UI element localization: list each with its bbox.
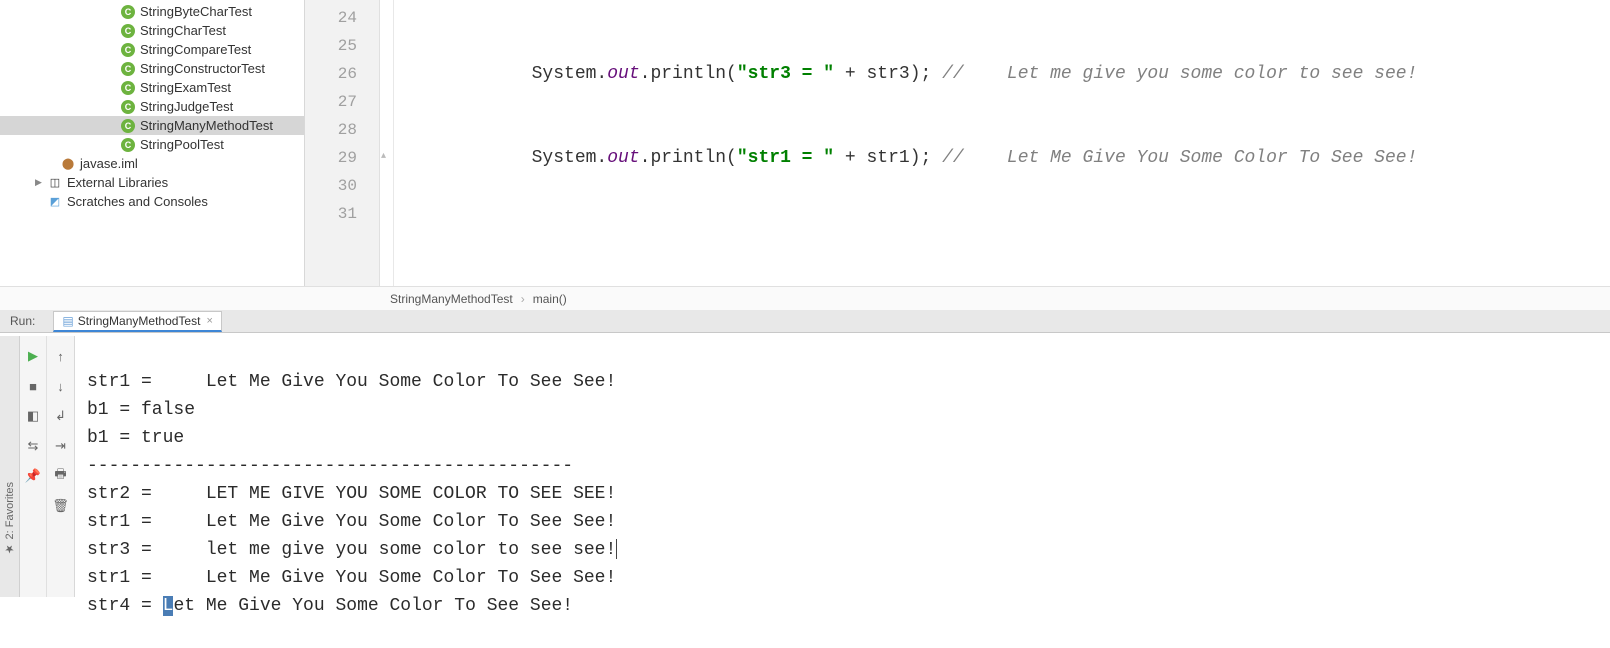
code-text: .println( (640, 64, 737, 84)
console-line: str1 = Let Me Give You Some Color To See… (87, 512, 616, 532)
line-number[interactable]: 28 (305, 116, 379, 144)
tree-item[interactable]: C StringPoolTest (0, 135, 304, 154)
clear-button[interactable]: 🗑 (51, 496, 71, 516)
tree-item-label: StringExamTest (140, 80, 231, 95)
line-gutter[interactable]: 24 25 26 27 28 29 30 31 (305, 0, 380, 309)
tree-item-label: StringConstructorTest (140, 61, 265, 76)
console-line: et Me Give You Some Color To See See! (173, 596, 573, 616)
dump-button[interactable]: ◧ (23, 406, 43, 426)
close-icon[interactable]: × (206, 315, 212, 327)
class-icon: C (121, 100, 135, 114)
line-number[interactable]: 26 (305, 60, 379, 88)
selection: L (163, 596, 174, 616)
stop-button[interactable]: ■ (23, 376, 43, 396)
tree-item-label: StringJudgeTest (140, 99, 233, 114)
code-string: "str1 = " (737, 148, 834, 168)
tree-item-label: StringManyMethodTest (140, 118, 273, 133)
code-field: out (607, 64, 639, 84)
code-text: .println( (640, 148, 737, 168)
class-icon: C (121, 119, 135, 133)
tree-item[interactable]: C StringJudgeTest (0, 97, 304, 116)
breadcrumb-item[interactable]: main() (533, 292, 567, 306)
rerun-button[interactable]: ▶ (23, 346, 43, 366)
text-cursor-icon (616, 539, 617, 559)
console-output[interactable]: str1 = Let Me Give You Some Color To See… (75, 336, 1610, 597)
code-comment: // Let Me Give You Some Color To See See… (942, 148, 1417, 168)
chevron-right-icon: › (521, 292, 525, 306)
breadcrumb-item[interactable]: StringManyMethodTest (390, 292, 513, 306)
scroll-end-button[interactable]: ⇥ (51, 436, 71, 456)
code-comment: // Let me give you some color to see see… (942, 64, 1417, 84)
left-tool-strip[interactable]: ★ 2: Favorites (0, 336, 20, 597)
code-text: + str3); (834, 64, 942, 84)
tree-item-libs[interactable]: ▶◫ External Libraries (0, 173, 304, 192)
line-number[interactable]: 31 (305, 200, 379, 228)
code-text: System. (402, 148, 607, 168)
code-text: System. (402, 64, 607, 84)
up-button[interactable]: ↑ (51, 346, 71, 366)
code-text: + str1); (834, 148, 942, 168)
tree-item-label: StringCompareTest (140, 42, 251, 57)
print-button[interactable]: 🖶 (51, 466, 71, 486)
run-tab[interactable]: ▤ StringManyMethodTest × (53, 311, 222, 332)
run-toolbar: ▶ ■ ◧ ⇆ 📌 ↑ ↓ ↲ ⇥ 🖶 🗑 (20, 336, 75, 597)
tree-item-label: Scratches and Consoles (67, 194, 208, 209)
library-icon: ◫ (47, 175, 63, 191)
tree-item-label: StringCharTest (140, 23, 226, 38)
console-line: str1 = Let Me Give You Some Color To See… (87, 568, 616, 588)
favorites-tab[interactable]: ★ 2: Favorites (3, 482, 16, 556)
console-line: str2 = LET ME GIVE YOU SOME COLOR TO SEE… (87, 484, 616, 504)
tree-item-iml[interactable]: ⬤ javase.iml (0, 154, 304, 173)
soft-wrap-button[interactable]: ↲ (51, 406, 71, 426)
scratch-icon: ◩ (47, 194, 63, 210)
console-line: str3 = let me give you some color to see… (87, 540, 616, 560)
console-line: str4 = (87, 596, 163, 616)
code-editor[interactable]: System.out.println("str3 = " + str3); //… (394, 0, 1610, 309)
tree-item-label: StringByteCharTest (140, 4, 252, 19)
iml-icon: ⬤ (60, 156, 76, 172)
line-number[interactable]: 30 (305, 172, 379, 200)
console-line: str1 = Let Me Give You Some Color To See… (87, 372, 616, 392)
line-number[interactable]: 24 (305, 4, 379, 32)
run-panel: ★ 2: Favorites ▶ ■ ◧ ⇆ 📌 ↑ ↓ ↲ ⇥ 🖶 🗑 str… (0, 310, 1610, 597)
console-line: ----------------------------------------… (87, 456, 573, 476)
breadcrumb[interactable]: StringManyMethodTest › main() (0, 286, 1610, 310)
tree-item-selected[interactable]: C StringManyMethodTest (0, 116, 304, 135)
class-icon: C (121, 138, 135, 152)
console-line: b1 = false (87, 400, 195, 420)
class-icon: C (121, 5, 135, 19)
down-button[interactable]: ↓ (51, 376, 71, 396)
pin-button[interactable]: 📌 (23, 466, 43, 486)
tree-item[interactable]: C StringExamTest (0, 78, 304, 97)
code-field: out (607, 148, 639, 168)
class-icon: C (121, 43, 135, 57)
class-icon: C (121, 62, 135, 76)
run-tool-header: Run: ▤ StringManyMethodTest × (0, 310, 1610, 333)
run-config-icon: ▤ (62, 314, 73, 328)
tree-item-label: External Libraries (67, 175, 168, 190)
chevron-right-icon[interactable]: ▶ (35, 177, 45, 188)
line-number[interactable]: 27 (305, 88, 379, 116)
code-text (394, 228, 1610, 256)
tree-item-scratches[interactable]: ◩ Scratches and Consoles (0, 192, 304, 211)
tree-item[interactable]: C StringByteCharTest (0, 2, 304, 21)
run-tab-label: StringManyMethodTest (78, 314, 201, 328)
project-tree[interactable]: C StringByteCharTest C StringCharTest C Str… (0, 0, 305, 309)
line-number[interactable]: 29 (305, 144, 379, 172)
class-icon: C (121, 81, 135, 95)
console-line: b1 = true (87, 428, 184, 448)
fold-gutter[interactable]: ▴ (380, 0, 394, 309)
tree-item-label: javase.iml (80, 156, 138, 171)
restore-layout-button[interactable]: ⇆ (23, 436, 43, 456)
line-number[interactable]: 25 (305, 32, 379, 60)
tree-item[interactable]: C StringConstructorTest (0, 59, 304, 78)
tree-item[interactable]: C StringCharTest (0, 21, 304, 40)
run-label: Run: (10, 314, 35, 328)
code-string: "str3 = " (737, 64, 834, 84)
tree-item[interactable]: C StringCompareTest (0, 40, 304, 59)
tree-item-label: StringPoolTest (140, 137, 224, 152)
fold-end-icon[interactable]: ▴ (381, 150, 386, 161)
class-icon: C (121, 24, 135, 38)
